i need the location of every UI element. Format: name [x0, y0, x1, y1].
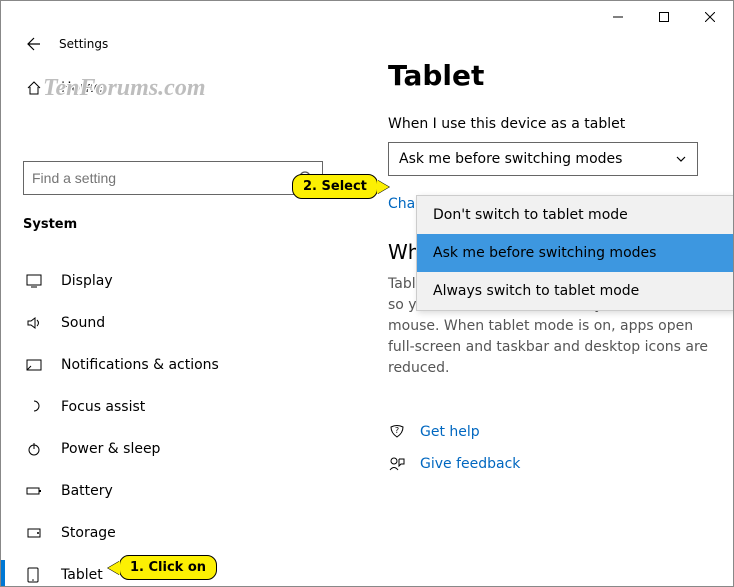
callout-2: 2. Select — [292, 174, 378, 199]
nav-label: Display — [61, 273, 113, 289]
callout-1: 1. Click on — [119, 555, 217, 580]
main-panel: Tablet When I use this device as a table… — [346, 33, 733, 586]
battery-icon — [25, 482, 43, 500]
nav-label: Sound — [61, 315, 105, 331]
power-icon — [25, 440, 43, 458]
search-input[interactable] — [32, 170, 282, 186]
svg-text:?: ? — [395, 426, 399, 435]
callout-1-text: 1. Click on — [130, 560, 206, 575]
content-area: Settings Home System — [1, 33, 733, 586]
mode-dropdown: Don't switch to tablet mode Ask me befor… — [416, 195, 733, 311]
dropdown-option-ask-me[interactable]: Ask me before switching modes — [417, 234, 733, 272]
nav-item-sound[interactable]: Sound — [23, 302, 324, 344]
nav-item-notifications[interactable]: Notifications & actions — [23, 344, 324, 386]
back-icon[interactable] — [23, 35, 41, 53]
titlebar — [1, 1, 733, 33]
nav-item-battery[interactable]: Battery — [23, 470, 324, 512]
callout-2-text: 2. Select — [303, 179, 367, 194]
tablet-icon — [25, 566, 43, 584]
storage-icon — [25, 524, 43, 542]
nav-label: Focus assist — [61, 399, 145, 415]
nav-label: Battery — [61, 483, 113, 499]
sound-icon — [25, 314, 43, 332]
app-title: Settings — [59, 37, 108, 51]
nav-label: Power & sleep — [61, 441, 160, 457]
nav-list: Display Sound Notifications & actions Fo… — [23, 260, 324, 586]
home-icon — [25, 79, 43, 97]
maximize-button[interactable] — [641, 1, 687, 33]
help-icon: ? — [388, 423, 406, 441]
focus-assist-icon — [25, 398, 43, 416]
section-title: System — [23, 217, 324, 232]
nav-label: Tablet — [61, 567, 103, 583]
display-icon — [25, 272, 43, 290]
select-value: Ask me before switching modes — [399, 151, 622, 167]
nav-label: Notifications & actions — [61, 357, 219, 373]
mode-select[interactable]: Ask me before switching modes — [388, 142, 698, 176]
when-label: When I use this device as a tablet — [388, 116, 713, 132]
nav-item-focus-assist[interactable]: Focus assist — [23, 386, 324, 428]
minimize-button[interactable] — [595, 1, 641, 33]
nav-item-display[interactable]: Display — [23, 260, 324, 302]
search-box[interactable] — [23, 161, 323, 195]
feedback-icon — [388, 455, 406, 473]
get-help-link: Get help — [420, 424, 480, 440]
nav-home[interactable]: Home — [23, 79, 324, 97]
nav-item-power-sleep[interactable]: Power & sleep — [23, 428, 324, 470]
dropdown-option-dont-switch[interactable]: Don't switch to tablet mode — [417, 196, 733, 234]
give-feedback-link: Give feedback — [420, 456, 520, 472]
nav-item-storage[interactable]: Storage — [23, 512, 324, 554]
sidebar: Settings Home System — [1, 33, 346, 586]
close-button[interactable] — [687, 1, 733, 33]
settings-window: Settings Home System — [0, 0, 734, 587]
give-feedback-row[interactable]: Give feedback — [388, 455, 713, 473]
get-help-row[interactable]: ? Get help — [388, 423, 713, 441]
notifications-icon — [25, 356, 43, 374]
nav-label: Storage — [61, 525, 116, 541]
chevron-down-icon — [675, 153, 687, 165]
page-title: Tablet — [388, 59, 713, 92]
dropdown-option-always-switch[interactable]: Always switch to tablet mode — [417, 272, 733, 310]
home-label: Home — [61, 80, 102, 96]
